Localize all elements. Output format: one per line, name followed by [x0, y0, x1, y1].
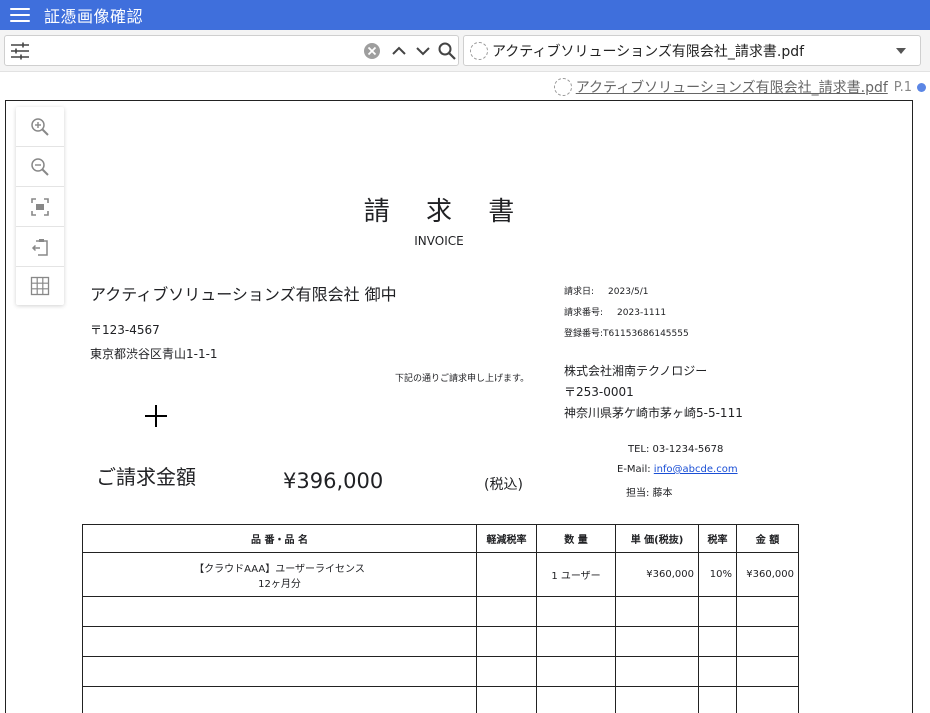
customer-name: アクティブソリューションズ有限会社 御中: [90, 285, 397, 304]
table-header-row: 品 番・品 名 軽減税率 数 量 単 価(税抜) 税率 金 額: [82, 524, 799, 553]
column-header: 単 価(税抜): [615, 524, 699, 553]
meta-invoice-date: 請求日: 2023/5/1: [564, 287, 649, 297]
file-select[interactable]: アクティブソリューションズ有限会社_請求書.pdf: [463, 35, 921, 66]
loading-spinner-icon: [553, 78, 572, 96]
zoom-in-button[interactable]: [16, 107, 64, 147]
chevron-down-icon[interactable]: [413, 41, 433, 61]
column-header: 数 量: [536, 524, 616, 553]
issuer-email: E-Mail: info@abcde.com: [617, 464, 738, 475]
chevron-up-icon[interactable]: [389, 41, 409, 61]
issuer-tel: TEL: 03-1234-5678: [628, 444, 724, 455]
table-row: [82, 656, 799, 687]
grid-button[interactable]: [16, 267, 64, 305]
email-link[interactable]: info@abcde.com: [654, 464, 738, 475]
issuer-address: 神奈川県茅ケ崎市茅ヶ崎5-5-111: [564, 406, 743, 420]
items-table: 品 番・品 名 軽減税率 数 量 単 価(税抜) 税率 金 額 【クラウドAAA…: [82, 524, 799, 713]
file-info-bar: アクティブソリューションズ有限会社_請求書.pdf P.1: [548, 76, 926, 98]
amount-value: ¥396,000: [283, 469, 384, 493]
fit-screen-icon: [31, 197, 49, 216]
meta-registration-number: 登録番号:T61153686145555: [564, 329, 689, 339]
tax-note: (税込): [484, 477, 523, 493]
tune-icon[interactable]: [10, 42, 30, 60]
rotate-page-button[interactable]: [16, 227, 64, 267]
column-header: 税率: [698, 524, 737, 553]
invoice-page: 請 求 書 INVOICE アクティブソリューションズ有限会社 御中 〒123-…: [6, 101, 912, 713]
column-header: 金 額: [736, 524, 799, 553]
fit-screen-button[interactable]: [16, 187, 64, 227]
rotate-page-icon: [31, 238, 48, 256]
column-header: 品 番・品 名: [82, 524, 477, 553]
loading-spinner-icon: [470, 41, 488, 60]
hamburger-icon[interactable]: [10, 8, 30, 22]
invoice-note: 下記の通りご請求申し上げます。: [395, 374, 530, 384]
file-name-link[interactable]: アクティブソリューションズ有限会社_請求書.pdf: [576, 77, 888, 97]
meta-invoice-number: 請求番号: 2023-1111: [564, 308, 667, 318]
dropdown-arrow-icon[interactable]: [896, 48, 906, 54]
selected-file-label: アクティブソリューションズ有限会社_請求書.pdf: [492, 43, 805, 60]
document-viewer[interactable]: 請 求 書 INVOICE アクティブソリューションズ有限会社 御中 〒123-…: [5, 100, 913, 713]
issuer-zip: 〒253-0001: [564, 385, 634, 399]
table-row: [82, 596, 799, 627]
search-icon[interactable]: [437, 41, 457, 61]
zoom-out-button[interactable]: [16, 147, 64, 187]
item-reduced-cell: [476, 552, 537, 597]
search-input[interactable]: [37, 40, 357, 62]
item-amount-cell: ¥360,000: [736, 552, 799, 597]
zoom-out-icon: [31, 157, 49, 176]
customer-address: 東京都渋谷区青山1-1-1: [90, 347, 218, 361]
issuer-name: 株式会社湘南テクノロジー: [564, 364, 708, 378]
item-price-cell: ¥360,000: [615, 552, 699, 597]
amount-label: ご請求金額: [96, 465, 196, 489]
grid-icon: [30, 276, 50, 296]
app-title: 証憑画像確認: [44, 7, 144, 26]
item-name-cell: 【クラウドAAA】ユーザーライセンス 12ヶ月分: [82, 552, 477, 597]
toolbar: アクティブソリューションズ有限会社_請求書.pdf: [0, 30, 930, 72]
customer-zip: 〒123-4567: [90, 323, 160, 337]
item-qty-cell: 1 ユーザー: [536, 552, 616, 597]
search-box: [4, 35, 459, 66]
invoice-subtitle: INVOICE: [414, 234, 464, 248]
zoom-tools: [16, 107, 64, 305]
item-rate-cell: 10%: [698, 552, 737, 597]
table-row: [82, 626, 799, 657]
table-row: 【クラウドAAA】ユーザーライセンス 12ヶ月分 1 ユーザー ¥360,000…: [82, 552, 799, 597]
page-label: P.1: [893, 79, 912, 95]
issuer-person: 担当: 藤本: [626, 488, 673, 499]
table-row: [82, 686, 799, 713]
zoom-in-icon: [31, 117, 49, 136]
clear-circle-icon[interactable]: [362, 41, 382, 61]
app-header: 証憑画像確認: [0, 0, 930, 30]
invoice-title: 請 求 書: [363, 197, 529, 227]
status-dot: [917, 82, 926, 92]
crosshair-cursor: [145, 405, 167, 427]
column-header: 軽減税率: [476, 524, 537, 553]
